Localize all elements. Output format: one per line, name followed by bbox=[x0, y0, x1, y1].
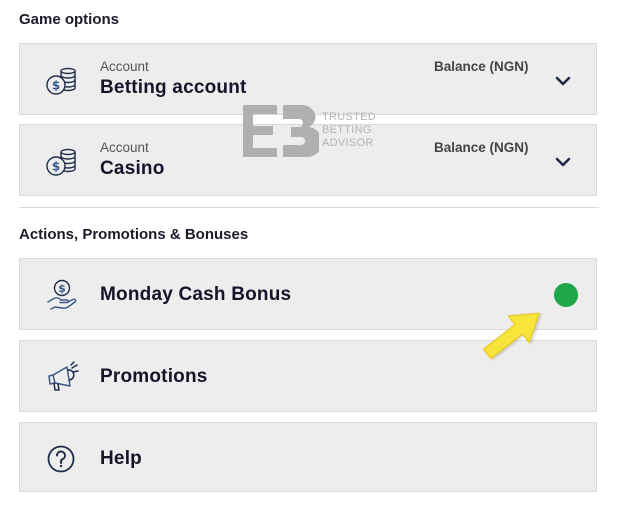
svg-text:$: $ bbox=[52, 79, 60, 93]
chevron-down-icon[interactable] bbox=[555, 155, 571, 173]
question-circle-icon bbox=[46, 444, 76, 479]
menu-item-label: Monday Cash Bonus bbox=[100, 284, 292, 305]
section-divider bbox=[19, 207, 599, 208]
svg-text:$: $ bbox=[52, 160, 60, 174]
section-title-game-options: Game options bbox=[19, 11, 120, 28]
balance-label: Balance (NGN) bbox=[434, 59, 529, 74]
status-indicator-dot bbox=[554, 283, 578, 307]
megaphone-icon bbox=[46, 361, 80, 398]
account-small-label: Account bbox=[100, 140, 149, 155]
watermark-text: TRUSTED BETTING ADVISOR bbox=[322, 111, 377, 149]
account-name: Casino bbox=[100, 158, 165, 179]
coins-dollar-icon: $ bbox=[46, 147, 78, 182]
hand-dollar-icon: $ bbox=[46, 279, 78, 316]
menu-item-label: Help bbox=[100, 448, 142, 469]
balance-label: Balance (NGN) bbox=[434, 140, 529, 155]
chevron-down-icon[interactable] bbox=[555, 74, 571, 92]
account-small-label: Account bbox=[100, 59, 149, 74]
annotation-arrow bbox=[474, 300, 554, 371]
menu-item-help[interactable]: Help bbox=[19, 422, 597, 492]
section-title-actions: Actions, Promotions & Bonuses bbox=[19, 226, 249, 243]
svg-text:$: $ bbox=[58, 282, 66, 295]
account-name: Betting account bbox=[100, 77, 247, 98]
trusted-betting-advisor-logo bbox=[243, 105, 323, 162]
menu-item-label: Promotions bbox=[100, 366, 208, 387]
coins-dollar-icon: $ bbox=[46, 66, 78, 101]
